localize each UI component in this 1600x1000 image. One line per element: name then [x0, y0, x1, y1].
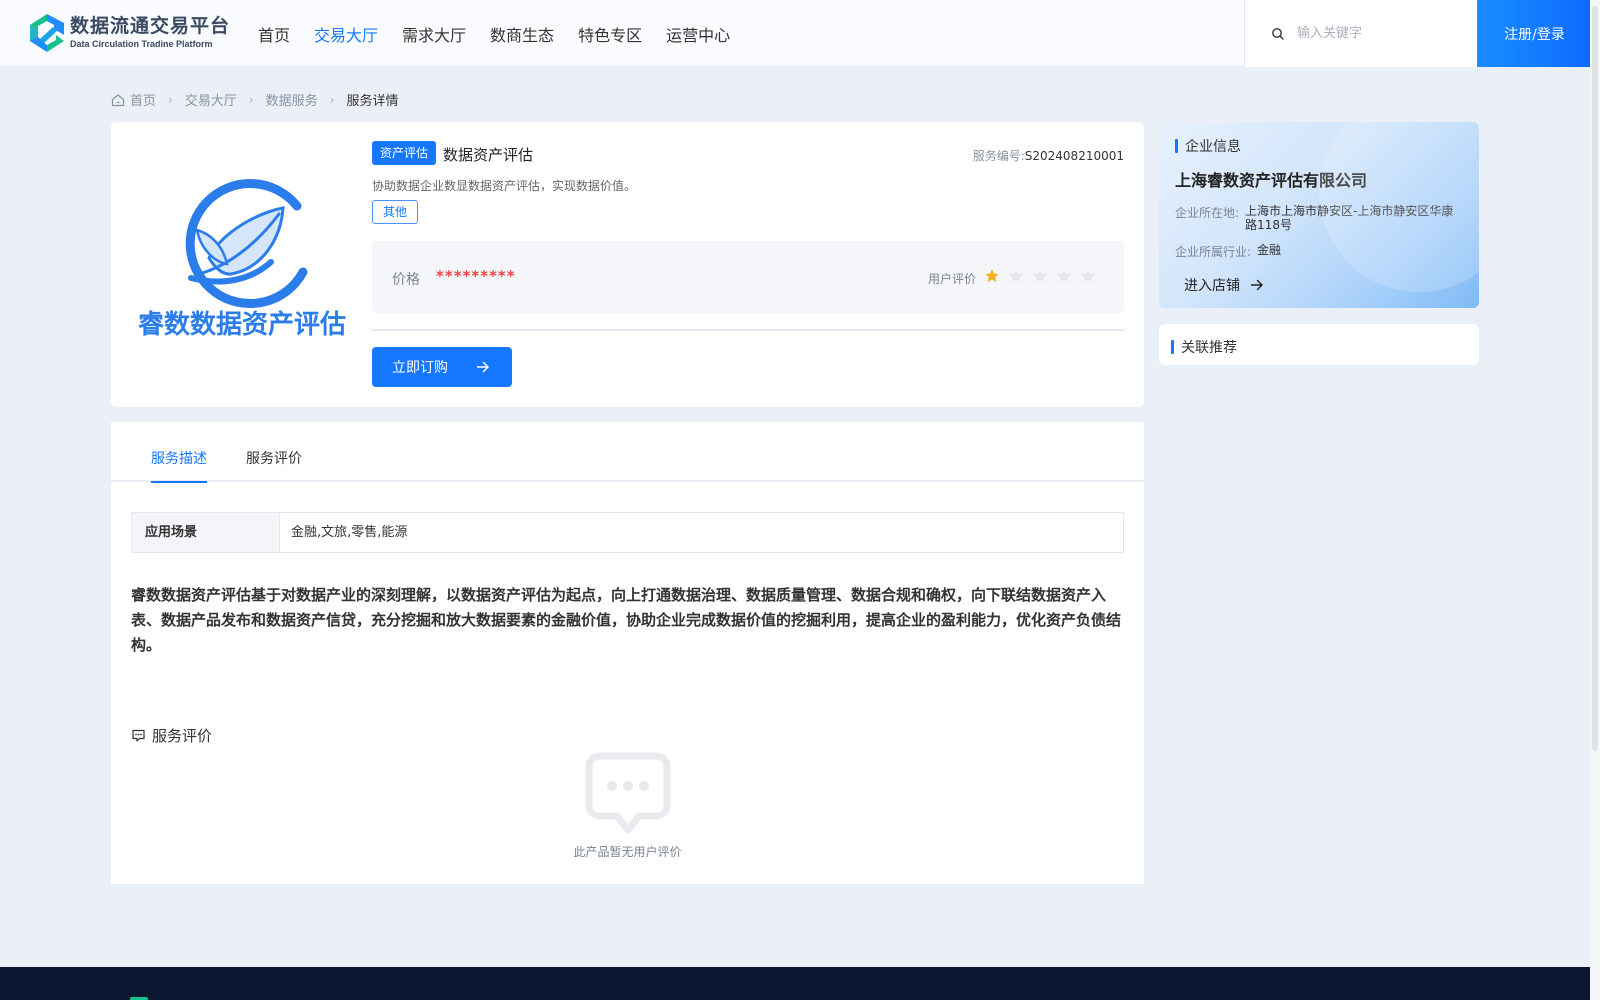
tab-service-reviews[interactable]: 服务评价 — [246, 448, 302, 481]
subscribe-now-label: 立即订购 — [392, 360, 448, 376]
logo-mark-icon — [28, 13, 66, 53]
service-number-value: S202408210001 — [1024, 149, 1124, 163]
top-header: 数据流通交易平台 Data Circulation Tradine Platfo… — [0, 0, 1592, 67]
home-icon — [111, 93, 125, 106]
related-recommendations-card: 关联推荐 — [1159, 324, 1479, 365]
star-filled-icon — [985, 269, 999, 282]
detail-card: 服务描述 服务评价 应用场景 金融,文旅,零售,能源 睿数数据资产评估基于对数据… — [111, 422, 1144, 884]
company-info-heading: 企业信息 — [1175, 136, 1241, 156]
company-info-card: 企业信息 上海睿数资产评估有限公司 企业所在地: 上海市上海市静安区-上海市静安… — [1159, 122, 1479, 308]
logo-subtitle: Data Circulation Tradine Platform — [70, 39, 213, 49]
star-empty-icon — [1033, 269, 1047, 282]
empty-comment-icon — [585, 752, 671, 834]
chevron-right-icon: › — [248, 92, 254, 107]
search-box — [1244, 0, 1477, 67]
rating-stars — [984, 268, 1104, 284]
breadcrumb-home[interactable]: 首页 — [111, 90, 156, 109]
heading-accent-bar — [1175, 139, 1178, 153]
arrow-right-icon — [1250, 279, 1263, 291]
star-empty-icon — [1057, 269, 1071, 282]
service-description-text: 睿数数据资产评估基于对数据产业的深刻理解，以数据资产评估为起点，向上打通数据治理… — [131, 586, 1122, 654]
main-nav: 首页 交易大厅 需求大厅 数商生态 特色专区 运营中心 — [258, 0, 754, 67]
divider — [372, 329, 1124, 331]
empty-reviews-text: 此产品暂无用户评价 — [573, 845, 682, 859]
breadcrumb-data-service[interactable]: 数据服务 — [266, 90, 318, 109]
platform-logo[interactable]: 数据流通交易平台 Data Circulation Tradine Platfo… — [28, 13, 230, 53]
scrollbar-thumb[interactable] — [1592, 6, 1598, 751]
nav-item-special-zone[interactable]: 特色专区 — [578, 22, 642, 46]
enter-shop-label: 进入店铺 — [1184, 278, 1240, 294]
reviews-heading-label: 服务评价 — [152, 727, 213, 745]
product-logo-image: 睿数数据资产评估 — [138, 179, 346, 340]
breadcrumb-current: 服务详情 — [346, 94, 399, 109]
star-empty-icon — [1081, 269, 1095, 282]
arrow-right-icon — [476, 361, 489, 373]
detail-tabs: 服务描述 服务评价 — [111, 422, 1144, 483]
tab-service-description[interactable]: 服务描述 — [151, 448, 207, 483]
company-location-label: 企业所在地: — [1175, 206, 1240, 220]
logo-title: 数据流通交易平台 — [70, 15, 231, 37]
company-name: 上海睿数资产评估有限公司 — [1175, 171, 1368, 190]
reviews-heading: 服务评价 — [131, 725, 212, 746]
company-location-value: 上海市上海市静安区-上海市静安区华康路118号 — [1245, 204, 1454, 232]
price-label: 价格 — [392, 272, 420, 288]
company-industry-row: 企业所属行业: 金融 — [1175, 243, 1281, 260]
related-heading: 关联推荐 — [1171, 337, 1237, 357]
scene-value: 金融,文旅,零售,能源 — [291, 525, 408, 540]
subscribe-now-button[interactable]: 立即订购 — [372, 347, 512, 387]
search-icon[interactable] — [1271, 27, 1285, 41]
product-card: 睿数数据资产评估 资产评估 数据资产评估 服务编号:S202408210001 … — [111, 122, 1144, 407]
chevron-right-icon: › — [168, 92, 173, 107]
service-number: 服务编号:S202408210001 — [973, 147, 1124, 164]
product-logo-caption: 睿数数据资产评估 — [138, 310, 346, 340]
star-empty-icon — [1009, 269, 1023, 282]
nav-item-home[interactable]: 首页 — [258, 22, 290, 46]
nav-item-operations[interactable]: 运营中心 — [666, 22, 730, 46]
company-industry-value: 金融 — [1257, 243, 1282, 257]
register-login-button[interactable]: 注册/登录 — [1477, 0, 1592, 67]
enter-shop-link[interactable]: 进入店铺 — [1184, 275, 1264, 295]
related-heading-label: 关联推荐 — [1181, 340, 1237, 356]
company-industry-label: 企业所属行业: — [1175, 245, 1252, 259]
company-location-row: 企业所在地: 上海市上海市静安区-上海市静安区华康路118号 — [1175, 204, 1467, 232]
product-description: 协助数据企业数显数据资产评估，实现数据价值。 — [372, 179, 637, 193]
rating-label: 用户评价 — [928, 272, 977, 286]
company-info-heading-label: 企业信息 — [1185, 139, 1241, 155]
application-scene-table: 应用场景 金融,文旅,零售,能源 — [131, 512, 1124, 553]
chevron-right-icon: › — [329, 92, 335, 107]
page-footer — [0, 967, 1590, 1000]
price-value: ********* — [436, 267, 516, 285]
chat-icon — [132, 729, 145, 742]
nav-item-trading-hall[interactable]: 交易大厅 — [314, 22, 378, 46]
product-tag: 其他 — [372, 200, 419, 224]
heading-accent-bar — [1171, 340, 1174, 354]
price-panel: 价格 ********* 用户评价 — [372, 241, 1124, 313]
search-input[interactable] — [1297, 26, 1467, 41]
product-title: 数据资产评估 — [443, 146, 534, 164]
scene-label: 应用场景 — [132, 513, 280, 552]
breadcrumb-home-label: 首页 — [130, 94, 157, 109]
breadcrumb: 首页 › 交易大厅 › 数据服务 › 服务详情 — [111, 90, 399, 109]
nav-item-demand-hall[interactable]: 需求大厅 — [402, 22, 466, 46]
page-scrollbar[interactable] — [1590, 0, 1600, 1000]
nav-item-ecosystem[interactable]: 数商生态 — [490, 22, 554, 46]
category-tag: 资产评估 — [372, 141, 437, 165]
breadcrumb-trading-hall[interactable]: 交易大厅 — [185, 90, 237, 109]
service-number-label: 服务编号: — [972, 149, 1025, 163]
